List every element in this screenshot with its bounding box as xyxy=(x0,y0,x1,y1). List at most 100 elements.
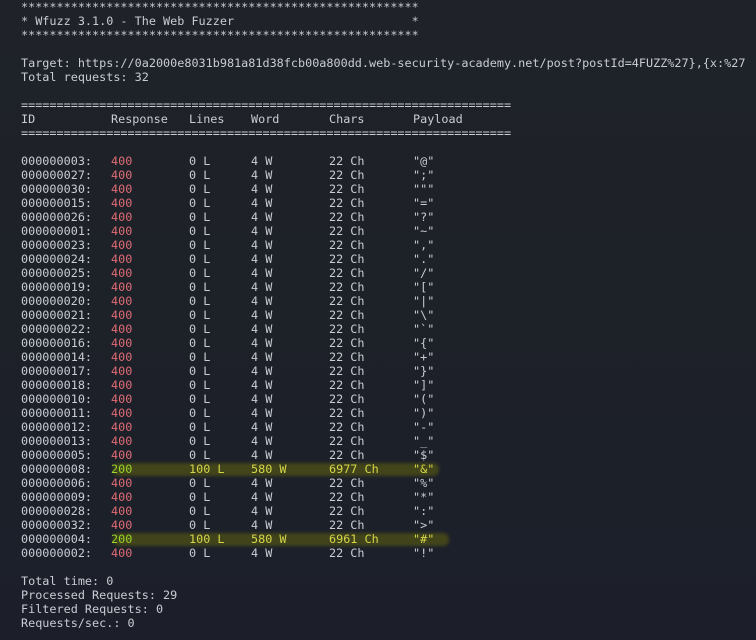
row-payload: "(" xyxy=(413,392,435,406)
table-header: ID Response Lines Word Chars Payload xyxy=(21,112,751,126)
row-chars: 22 Ch xyxy=(329,280,365,294)
row-chars: 22 Ch xyxy=(329,350,365,364)
row-id: 000000024: xyxy=(21,252,93,266)
target-line: Target: https://0a2000e8031b981a81d38fcb… xyxy=(21,56,746,70)
header-separator-bottom: ========================================… xyxy=(21,126,512,140)
row-chars: 22 Ch xyxy=(329,490,365,504)
row-word: 4 W xyxy=(251,448,273,462)
row-word: 4 W xyxy=(251,406,273,420)
row-lines: 0 L xyxy=(189,196,211,210)
column-header-id: ID xyxy=(21,112,36,126)
results-table: 000000003: 400 0 L 4 W 22 Ch "@" 000000027: 400… xyxy=(21,154,751,560)
row-payload: "|" xyxy=(413,294,435,308)
row-payload: "&" xyxy=(413,462,435,476)
row-word: 4 W xyxy=(251,364,273,378)
row-lines: 0 L xyxy=(189,350,211,364)
row-response: 400 xyxy=(111,196,133,210)
row-response: 400 xyxy=(111,350,133,364)
row-chars: 22 Ch xyxy=(329,322,365,336)
row-lines: 0 L xyxy=(189,168,211,182)
row-payload: """ xyxy=(413,182,435,196)
row-response: 400 xyxy=(111,490,133,504)
row-word: 4 W xyxy=(251,280,273,294)
row-response: 400 xyxy=(111,476,133,490)
row-word: 4 W xyxy=(251,266,273,280)
row-word: 580 W xyxy=(251,532,287,546)
table-row: 000000020: 400 0 L 4 W 22 Ch "|" xyxy=(21,294,751,308)
row-response: 400 xyxy=(111,266,133,280)
table-row: 000000019: 400 0 L 4 W 22 Ch "[" xyxy=(21,280,751,294)
row-chars: 22 Ch xyxy=(329,406,365,420)
row-id: 000000020: xyxy=(21,294,93,308)
row-response: 400 xyxy=(111,518,133,532)
total-requests: Total requests: 32 xyxy=(21,70,149,84)
row-lines: 0 L xyxy=(189,504,211,518)
row-chars: 22 Ch xyxy=(329,252,365,266)
table-row: 000000005: 400 0 L 4 W 22 Ch "$" xyxy=(21,448,751,462)
row-chars: 22 Ch xyxy=(329,420,365,434)
row-chars: 22 Ch xyxy=(329,238,365,252)
row-id: 000000015: xyxy=(21,196,93,210)
table-row: 000000002: 400 0 L 4 W 22 Ch "!" xyxy=(21,546,751,560)
row-payload: "?" xyxy=(413,210,435,224)
row-chars: 22 Ch xyxy=(329,336,365,350)
row-id: 000000011: xyxy=(21,406,93,420)
row-id: 000000001: xyxy=(21,224,93,238)
table-row: 000000006: 400 0 L 4 W 22 Ch "%" xyxy=(21,476,751,490)
row-word: 4 W xyxy=(251,308,273,322)
row-word: 580 W xyxy=(251,462,287,476)
row-lines: 0 L xyxy=(189,224,211,238)
header-separator-top: ========================================… xyxy=(21,98,512,112)
table-row: 000000017: 400 0 L 4 W 22 Ch "}" xyxy=(21,364,751,378)
row-lines: 0 L xyxy=(189,280,211,294)
row-id: 000000023: xyxy=(21,238,93,252)
summary-total-time: Total time: 0 xyxy=(21,574,114,588)
banner-title: * Wfuzz 3.1.0 - The Web Fuzzer * xyxy=(21,14,419,28)
row-word: 4 W xyxy=(251,504,273,518)
table-row-hit: 000000004: 200 100 L 580 W 6961 Ch "#" xyxy=(21,532,751,546)
row-lines: 100 L xyxy=(189,532,225,546)
row-response: 400 xyxy=(111,448,133,462)
row-payload: "+" xyxy=(413,350,435,364)
row-word: 4 W xyxy=(251,350,273,364)
row-chars: 22 Ch xyxy=(329,378,365,392)
row-payload: "`" xyxy=(413,322,435,336)
row-word: 4 W xyxy=(251,518,273,532)
row-payload: "." xyxy=(413,252,435,266)
row-lines: 0 L xyxy=(189,322,211,336)
row-chars: 6961 Ch xyxy=(329,532,379,546)
row-id: 000000030: xyxy=(21,182,93,196)
row-payload: "=" xyxy=(413,196,435,210)
table-row: 000000001: 400 0 L 4 W 22 Ch "~" xyxy=(21,224,751,238)
row-response: 400 xyxy=(111,392,133,406)
row-response: 400 xyxy=(111,546,133,560)
row-word: 4 W xyxy=(251,476,273,490)
row-response: 400 xyxy=(111,280,133,294)
row-response: 400 xyxy=(111,378,133,392)
column-header-lines: Lines xyxy=(189,112,225,126)
row-lines: 0 L xyxy=(189,420,211,434)
row-response: 400 xyxy=(111,252,133,266)
row-response: 400 xyxy=(111,294,133,308)
row-payload: "[" xyxy=(413,280,435,294)
table-row: 000000012: 400 0 L 4 W 22 Ch "-" xyxy=(21,420,751,434)
table-row: 000000015: 400 0 L 4 W 22 Ch "=" xyxy=(21,196,751,210)
table-row: 000000027: 400 0 L 4 W 22 Ch ";" xyxy=(21,168,751,182)
row-payload: "," xyxy=(413,238,435,252)
row-chars: 22 Ch xyxy=(329,294,365,308)
banner-top: ****************************************… xyxy=(21,0,419,14)
row-payload: "-" xyxy=(413,420,435,434)
row-lines: 0 L xyxy=(189,476,211,490)
row-word: 4 W xyxy=(251,294,273,308)
row-word: 4 W xyxy=(251,336,273,350)
table-row: 000000013: 400 0 L 4 W 22 Ch "_" xyxy=(21,434,751,448)
row-payload: "\" xyxy=(413,308,435,322)
row-word: 4 W xyxy=(251,238,273,252)
row-chars: 22 Ch xyxy=(329,392,365,406)
row-payload: "_" xyxy=(413,434,435,448)
table-row: 000000028: 400 0 L 4 W 22 Ch ":" xyxy=(21,504,751,518)
table-row: 000000022: 400 0 L 4 W 22 Ch "`" xyxy=(21,322,751,336)
table-row: 000000009: 400 0 L 4 W 22 Ch "*" xyxy=(21,490,751,504)
table-row: 000000023: 400 0 L 4 W 22 Ch "," xyxy=(21,238,751,252)
column-header-word: Word xyxy=(251,112,280,126)
